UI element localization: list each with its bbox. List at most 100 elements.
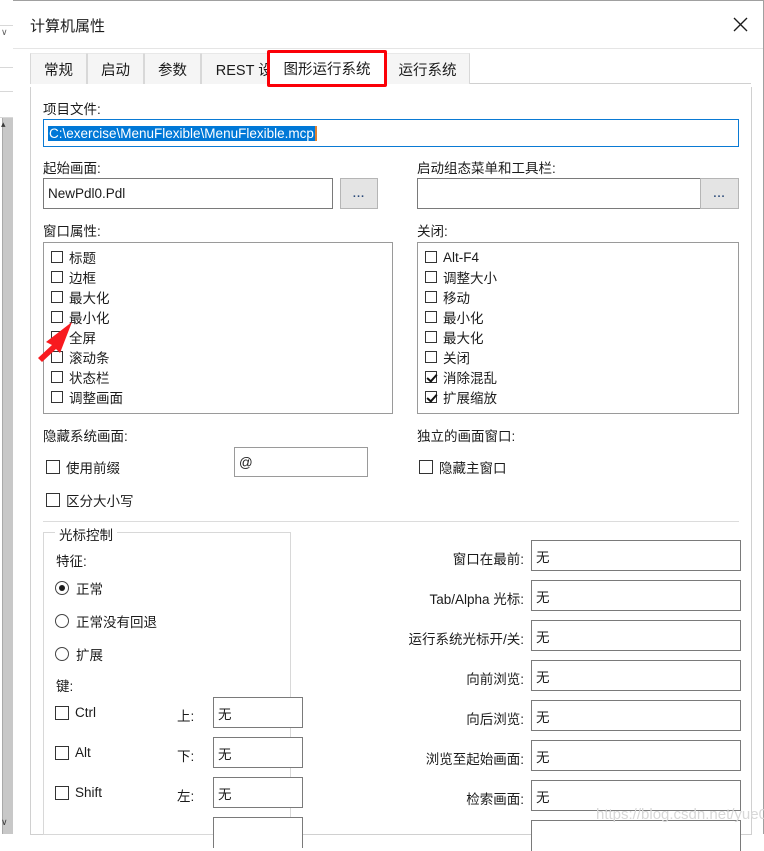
window-prop-item[interactable]: 状态栏 xyxy=(44,367,392,387)
window-prop-item[interactable]: 标题 xyxy=(44,247,392,267)
checkbox-icon[interactable] xyxy=(46,460,60,474)
close-prop-item[interactable]: 消除混乱 xyxy=(418,367,738,387)
hotkey-label-runtime-cursor-toggle: 运行系统光标开/关: xyxy=(408,632,524,647)
feature-label: 特征: xyxy=(56,554,87,569)
window-prop-item-fullscreen[interactable]: 全屏 xyxy=(44,327,392,347)
hotkey-value: 无 xyxy=(536,549,550,565)
checkbox-icon[interactable] xyxy=(51,371,63,383)
hotkey-label-browse-forward: 向前浏览: xyxy=(466,672,524,687)
hotkey-input-search-screen[interactable]: 无 xyxy=(531,780,741,811)
checkbox-icon[interactable] xyxy=(51,351,63,363)
independent-window-label: 独立的画面窗口: xyxy=(417,429,516,444)
item-label: 移动 xyxy=(443,291,470,306)
hotkey-input-window-front[interactable]: 无 xyxy=(531,540,741,571)
checkbox-icon[interactable] xyxy=(425,391,437,403)
hotkey-value: 无 xyxy=(536,629,550,645)
checkbox-icon[interactable] xyxy=(51,391,63,403)
checkbox-icon[interactable] xyxy=(55,745,69,760)
case-sensitive-checkbox[interactable]: 区分大小写 xyxy=(46,490,134,510)
prefix-input[interactable]: @ xyxy=(234,447,368,477)
close-prop-item[interactable]: 调整大小 xyxy=(418,267,738,287)
start-screen-input[interactable]: NewPdl0.Pdl xyxy=(43,178,333,209)
checkbox-icon[interactable] xyxy=(425,331,437,343)
window-properties-listbox[interactable]: 标题 边框 最大化 最小化 全屏 滚动条 状态栏 调整画面 xyxy=(43,242,393,414)
use-prefix-checkbox[interactable]: 使用前缀 xyxy=(46,457,120,477)
checkbox-icon[interactable] xyxy=(425,371,437,383)
close-properties-listbox[interactable]: Alt-F4 调整大小 移动 最小化 最大化 关闭 消除混乱 扩展缩放 xyxy=(417,242,739,414)
direction-up-label: 上: xyxy=(177,709,195,724)
direction-up-input[interactable]: 无 xyxy=(213,697,303,728)
close-prop-item[interactable]: 移动 xyxy=(418,287,738,307)
checkbox-icon[interactable] xyxy=(51,291,63,303)
checkbox-icon[interactable] xyxy=(425,311,437,323)
hotkey-input-tab-alpha-cursor[interactable]: 无 xyxy=(531,580,741,611)
hotkey-input-extra[interactable] xyxy=(531,820,741,851)
tab-general[interactable]: 常规 xyxy=(30,53,87,84)
modifier-shift-checkbox[interactable]: Shift xyxy=(55,785,102,800)
window-prop-item[interactable]: 最小化 xyxy=(44,307,392,327)
hotkey-input-browse-back[interactable]: 无 xyxy=(531,700,741,731)
hotkey-input-browse-forward[interactable]: 无 xyxy=(531,660,741,691)
project-file-input[interactable]: C:\exercise\MenuFlexible\MenuFlexible.mc… xyxy=(43,119,739,147)
bg-row xyxy=(0,92,13,118)
chevron-down-icon: ∨ xyxy=(1,28,8,38)
checkbox-icon[interactable] xyxy=(425,351,437,363)
tab-label: 图形运行系统 xyxy=(283,62,371,78)
tab-parameters[interactable]: 参数 xyxy=(144,53,201,84)
radio-icon[interactable] xyxy=(55,581,69,595)
start-screen-browse-button[interactable]: ... xyxy=(340,178,378,209)
tab-startup[interactable]: 启动 xyxy=(87,53,144,84)
feature-option-normal-no-rollback[interactable]: 正常没有回退 xyxy=(55,611,157,631)
case-sensitive-label: 区分大小写 xyxy=(66,494,134,509)
direction-left-input[interactable]: 无 xyxy=(213,777,303,808)
modifier-label: Shift xyxy=(75,785,103,800)
window-prop-item[interactable]: 调整画面 xyxy=(44,387,392,407)
hide-main-window-checkbox[interactable]: 隐藏主窗口 xyxy=(419,457,507,477)
direction-left-label: 左: xyxy=(177,789,195,804)
checkbox-icon[interactable] xyxy=(425,271,437,283)
close-icon[interactable] xyxy=(717,1,763,48)
checkbox-icon[interactable] xyxy=(419,460,433,474)
start-menu-toolbar-browse-button[interactable]: ... xyxy=(700,178,739,209)
close-prop-item[interactable]: Alt-F4 xyxy=(418,247,738,267)
checkbox-icon[interactable] xyxy=(425,251,437,263)
hotkey-input-browse-to-start[interactable]: 无 xyxy=(531,740,741,771)
close-prop-item[interactable]: 最大化 xyxy=(418,327,738,347)
hide-system-screen-label: 隐藏系统画面: xyxy=(43,429,128,444)
item-label: 最大化 xyxy=(69,291,110,306)
radio-icon[interactable] xyxy=(55,614,69,628)
direction-left-value: 无 xyxy=(218,786,232,802)
direction-right-input[interactable] xyxy=(213,817,303,848)
close-properties-label: 关闭: xyxy=(417,224,448,239)
hotkey-input-runtime-cursor-toggle[interactable]: 无 xyxy=(531,620,741,651)
checkbox-icon[interactable] xyxy=(51,311,63,323)
close-prop-item[interactable]: 关闭 xyxy=(418,347,738,367)
tab-graphics-runtime[interactable]: 图形运行系统 xyxy=(269,52,385,85)
checkbox-icon[interactable] xyxy=(46,493,60,507)
checkbox-icon[interactable] xyxy=(425,291,437,303)
radio-label: 正常 xyxy=(76,582,103,597)
direction-down-input[interactable]: 无 xyxy=(213,737,303,768)
use-prefix-label: 使用前缀 xyxy=(66,461,120,476)
tab-runtime[interactable]: 运行系统 xyxy=(385,53,470,84)
caret-icon: ▴ xyxy=(1,120,6,130)
close-prop-item[interactable]: 最小化 xyxy=(418,307,738,327)
checkbox-icon[interactable] xyxy=(51,271,63,283)
window-prop-item[interactable]: 滚动条 xyxy=(44,347,392,367)
item-label: 消除混乱 xyxy=(443,371,497,386)
radio-icon[interactable] xyxy=(55,647,69,661)
feature-option-extended[interactable]: 扩展 xyxy=(55,644,103,664)
close-prop-item[interactable]: 扩展缩放 xyxy=(418,387,738,407)
checkbox-icon[interactable] xyxy=(55,785,69,800)
modifier-alt-checkbox[interactable]: Alt xyxy=(55,745,91,760)
feature-option-normal[interactable]: 正常 xyxy=(55,578,103,598)
window-prop-item[interactable]: 边框 xyxy=(44,267,392,287)
background-window-strip: ∨ ▴ ∨ xyxy=(0,0,13,834)
checkbox-icon[interactable] xyxy=(51,251,63,263)
window-prop-item[interactable]: 最大化 xyxy=(44,287,392,307)
hotkey-label-search-screen: 检索画面: xyxy=(466,792,524,807)
start-menu-toolbar-input[interactable] xyxy=(417,178,703,209)
checkbox-icon[interactable] xyxy=(55,705,69,720)
checkbox-icon[interactable] xyxy=(51,331,63,343)
modifier-ctrl-checkbox[interactable]: Ctrl xyxy=(55,705,96,720)
